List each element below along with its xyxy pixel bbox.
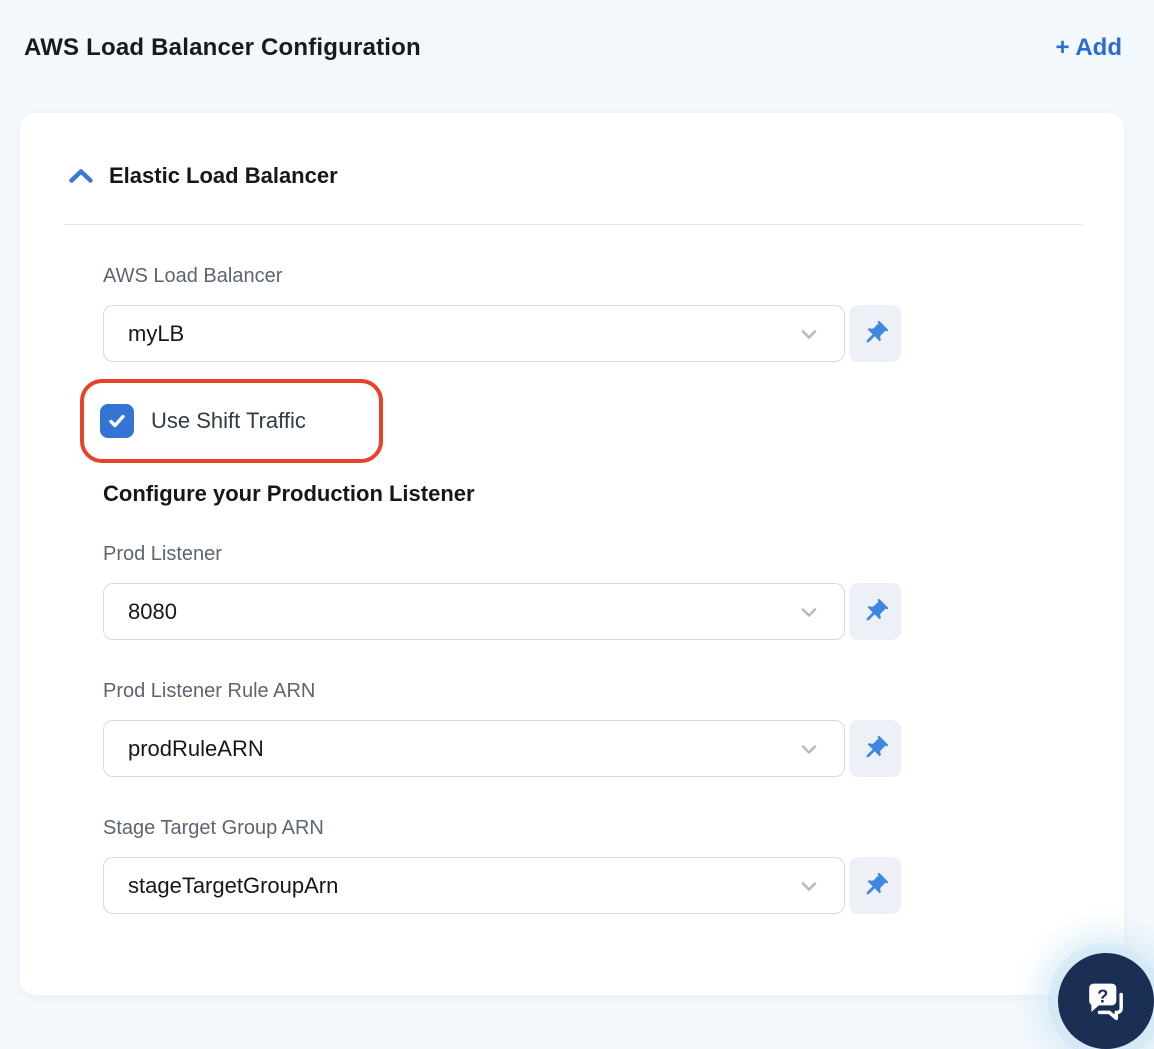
page-title: AWS Load Balancer Configuration bbox=[24, 34, 421, 61]
section-title: Elastic Load Balancer bbox=[109, 163, 338, 188]
pin-button[interactable] bbox=[849, 857, 901, 914]
field-row: 8080 bbox=[103, 583, 901, 640]
highlight-annotation: Use Shift Traffic bbox=[80, 379, 383, 463]
field-label-prod-listener: Prod Listener bbox=[103, 543, 222, 565]
pin-button[interactable] bbox=[849, 583, 901, 640]
stage-target-group-arn-select[interactable]: stageTargetGroupArn bbox=[103, 857, 845, 914]
pushpin-icon bbox=[860, 871, 890, 901]
pushpin-icon bbox=[860, 319, 890, 349]
section-header-elastic-load-balancer[interactable]: Elastic Load Balancer bbox=[68, 163, 1124, 189]
pushpin-icon bbox=[860, 597, 890, 627]
field-label-prod-listener-rule-arn: Prod Listener Rule ARN bbox=[103, 680, 316, 702]
svg-text:?: ? bbox=[1097, 986, 1108, 1007]
checkbox-label: Use Shift Traffic bbox=[151, 408, 306, 433]
prod-listener-rule-arn-select[interactable]: prodRuleARN bbox=[103, 720, 845, 777]
field-label-aws-load-balancer: AWS Load Balancer bbox=[103, 265, 283, 287]
select-value: prodRuleARN bbox=[128, 735, 264, 761]
field-row: prodRuleARN bbox=[103, 720, 901, 777]
chevron-up-icon bbox=[68, 167, 94, 185]
prod-listener-select[interactable]: 8080 bbox=[103, 583, 845, 640]
divider bbox=[64, 224, 1082, 225]
checkmark-icon bbox=[106, 410, 128, 432]
subheading-production-listener: Configure your Production Listener bbox=[103, 481, 475, 506]
field-row: stageTargetGroupArn bbox=[103, 857, 901, 914]
field-row: myLB bbox=[103, 305, 901, 362]
configuration-card: Elastic Load Balancer AWS Load Balancer … bbox=[20, 113, 1124, 995]
chevron-down-icon bbox=[796, 321, 822, 347]
pin-button[interactable] bbox=[849, 720, 901, 777]
field-label-stage-target-group-arn: Stage Target Group ARN bbox=[103, 817, 324, 839]
use-shift-traffic-checkbox-row[interactable]: Use Shift Traffic bbox=[100, 404, 306, 438]
chat-help-button[interactable]: ? bbox=[1058, 953, 1154, 1049]
add-button[interactable]: + Add bbox=[1056, 34, 1122, 60]
page-header: AWS Load Balancer Configuration + Add bbox=[0, 0, 1154, 62]
select-value: 8080 bbox=[128, 598, 177, 624]
chevron-down-icon bbox=[796, 736, 822, 762]
select-value: stageTargetGroupArn bbox=[128, 872, 339, 898]
pin-button[interactable] bbox=[849, 305, 901, 362]
chevron-down-icon bbox=[796, 873, 822, 899]
pushpin-icon bbox=[860, 734, 890, 764]
chat-help-icon: ? bbox=[1080, 975, 1132, 1027]
chevron-down-icon bbox=[796, 599, 822, 625]
fields-container: AWS Load Balancer myLB Use Shift Traffic… bbox=[80, 265, 901, 914]
use-shift-traffic-checkbox[interactable] bbox=[100, 404, 134, 438]
aws-load-balancer-select[interactable]: myLB bbox=[103, 305, 845, 362]
select-value: myLB bbox=[128, 320, 185, 346]
